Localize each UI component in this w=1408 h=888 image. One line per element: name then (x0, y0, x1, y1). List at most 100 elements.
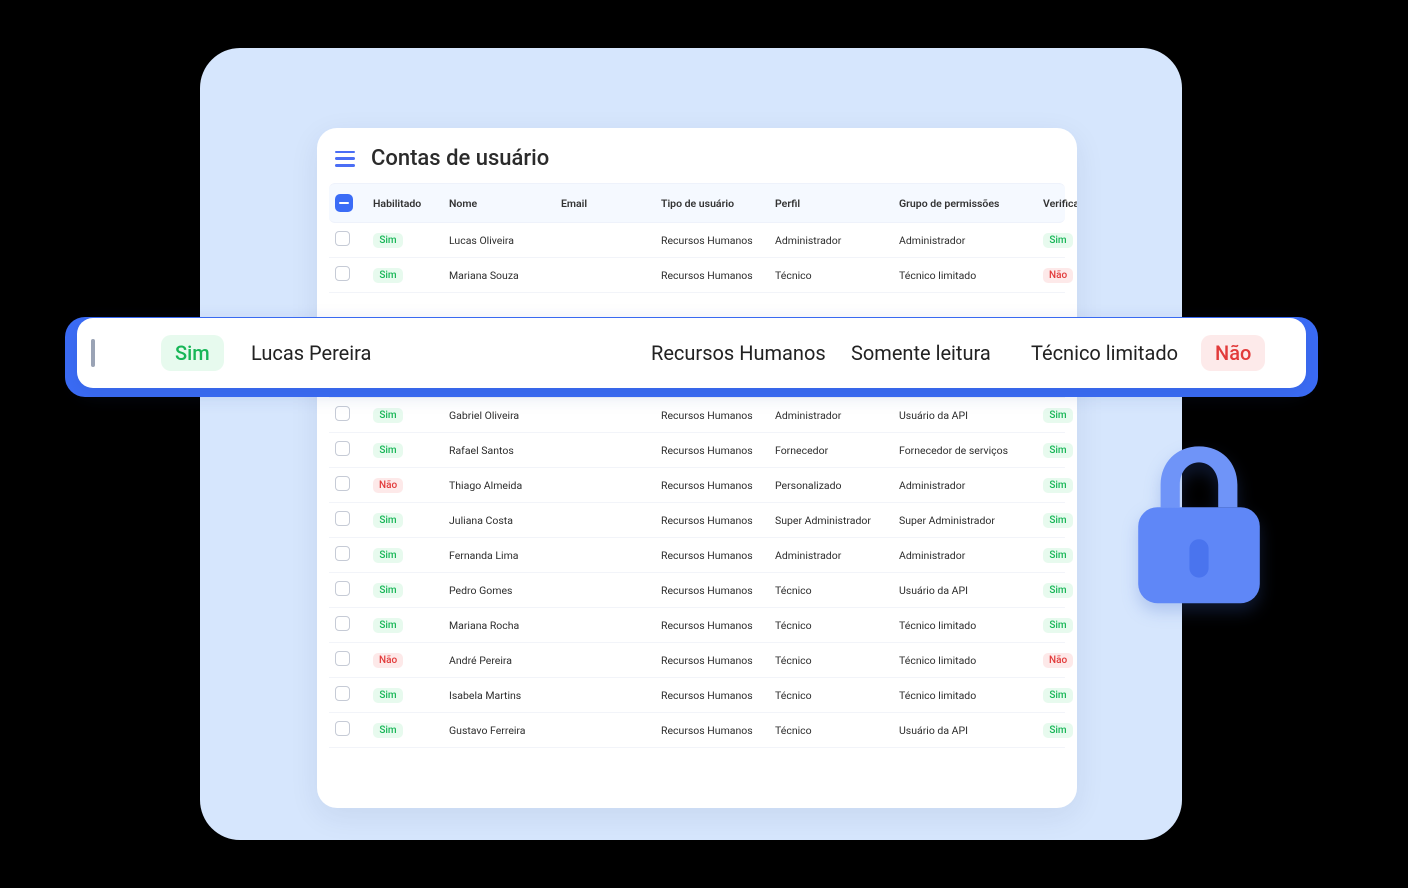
cell-perfil: Técnico (775, 619, 895, 632)
app-window: Contas de usuário Habilitado Nome Email … (317, 128, 1077, 808)
table-row[interactable]: Sim Pedro Gomes Recursos Humanos Técnico Usu… (329, 573, 1065, 608)
cell-tipo: Recursos Humanos (661, 444, 771, 457)
cell-perfil: Administrador (775, 234, 895, 247)
habilitado-badge: Sim (373, 233, 403, 248)
table-row[interactable]: NãoAndré PereiraRecursos HumanosTécnicoT… (329, 643, 1065, 678)
habilitado-badge: Sim (373, 513, 403, 528)
cell-nome: Lucas Pereira (251, 341, 441, 365)
row-checkbox[interactable] (335, 616, 350, 631)
cell-tipo: Recursos Humanos (661, 409, 771, 422)
row-checkbox[interactable] (335, 266, 350, 281)
row-checkbox[interactable] (335, 651, 350, 666)
cell-grupo: Técnico limitado (1031, 341, 1201, 365)
cell-grupo: Super Administrador (899, 514, 1039, 527)
row-checkbox[interactable] (91, 339, 95, 367)
app-header: Contas de usuário (317, 128, 1077, 183)
cell-nome: Fernanda Lima (449, 549, 557, 562)
cell-tipo: Recursos Humanos (661, 549, 771, 562)
col-nome[interactable]: Nome (449, 197, 557, 210)
cell-perfil: Personalizado (775, 479, 895, 492)
cell-tipo: Recursos Humanos (651, 341, 851, 365)
cell-nome: André Pereira (449, 654, 557, 667)
row-checkbox[interactable] (335, 441, 350, 456)
cell-grupo: Usuário da API (899, 409, 1039, 422)
highlight-row[interactable]: Sim Lucas Pereira Recursos Humanos Somen… (77, 318, 1306, 388)
cell-nome: Mariana Souza (449, 269, 557, 282)
table-row[interactable]: NãoThiago AlmeidaRecursos HumanosPersona… (329, 468, 1065, 503)
habilitado-badge: Sim (373, 583, 403, 598)
habilitado-badge: Sim (373, 618, 403, 633)
col-grupo[interactable]: Grupo de permissões (899, 197, 1039, 210)
col-email[interactable]: Email (561, 197, 657, 210)
row-checkbox[interactable] (335, 721, 350, 736)
verificado-badge: Sim (1043, 723, 1073, 738)
row-checkbox[interactable] (335, 231, 350, 246)
select-all-checkbox[interactable] (335, 194, 353, 212)
table-row[interactable]: Sim Gabriel Oliveira Recursos Humanos Admin… (329, 398, 1065, 433)
table-row[interactable]: SimJuliana CostaRecursos HumanosSuper Ad… (329, 503, 1065, 538)
cell-nome: Pedro Gomes (449, 584, 557, 597)
row-checkbox[interactable] (335, 406, 350, 421)
cell-grupo: Fornecedor de serviços (899, 444, 1039, 457)
cell-nome: Gustavo Ferreira (449, 724, 557, 737)
cell-grupo: Administrador (899, 234, 1039, 247)
cell-tipo: Recursos Humanos (661, 269, 771, 282)
verificado-badge: Sim (1043, 443, 1073, 458)
habilitado-badge: Sim (373, 408, 403, 423)
verificado-badge: Não (1201, 335, 1265, 371)
cell-tipo: Recursos Humanos (661, 584, 771, 597)
row-checkbox[interactable] (335, 581, 350, 596)
cell-nome: Rafael Santos (449, 444, 557, 457)
cell-tipo: Recursos Humanos (661, 654, 771, 667)
habilitado-badge: Sim (373, 548, 403, 563)
col-habilitado[interactable]: Habilitado (373, 197, 445, 210)
table-row[interactable]: SimGustavo FerreiraRecursos HumanosTécni… (329, 713, 1065, 748)
table-row[interactable]: Sim Isabela Martins Recursos Humanos Técnic… (329, 678, 1065, 713)
table-header-row: Habilitado Nome Email Tipo de usuário Pe… (329, 183, 1065, 223)
cell-perfil: Técnico (775, 584, 895, 597)
col-perfil[interactable]: Perfil (775, 197, 895, 210)
cell-perfil: Técnico (775, 689, 895, 702)
cell-nome: Thiago Almeida (449, 479, 557, 492)
cell-grupo: Usuário da API (899, 724, 1039, 737)
cell-nome: Isabela Martins (449, 689, 557, 702)
cell-tipo: Recursos Humanos (661, 724, 771, 737)
cell-nome: Gabriel Oliveira (449, 409, 557, 422)
col-verificado[interactable]: Verificado (1043, 197, 1077, 210)
verificado-badge: Sim (1043, 233, 1073, 248)
table-row[interactable]: SimLucas OliveiraRecursos HumanosAdminis… (329, 223, 1065, 258)
verificado-badge: Sim (1043, 408, 1073, 423)
habilitado-badge: Sim (373, 443, 403, 458)
users-table: Habilitado Nome Email Tipo de usuário Pe… (317, 183, 1077, 748)
lock-icon (1119, 438, 1279, 618)
cell-tipo: Recursos Humanos (661, 234, 771, 247)
menu-icon[interactable] (335, 151, 357, 167)
table-row[interactable]: Sim Rafael Santos Recursos Humanos Forneced… (329, 433, 1065, 468)
cell-grupo: Administrador (899, 549, 1039, 562)
table-row[interactable]: Sim Mariana Rocha Recursos Humanos Técnico T… (329, 608, 1065, 643)
cell-perfil: Administrador (775, 409, 895, 422)
cell-perfil: Técnico (775, 724, 895, 737)
cell-grupo: Técnico limitado (899, 689, 1039, 702)
col-tipo[interactable]: Tipo de usuário (661, 197, 771, 210)
row-checkbox[interactable] (335, 546, 350, 561)
cell-grupo: Técnico limitado (899, 619, 1039, 632)
habilitado-badge: Sim (161, 335, 224, 371)
table-row[interactable]: Sim Fernanda Lima Recursos Humanos Administ… (329, 538, 1065, 573)
row-checkbox[interactable] (335, 511, 350, 526)
cell-perfil: Administrador (775, 549, 895, 562)
habilitado-badge: Sim (373, 688, 403, 703)
cell-tipo: Recursos Humanos (661, 514, 771, 527)
cell-tipo: Recursos Humanos (661, 689, 771, 702)
cell-grupo: Usuário da API (899, 584, 1039, 597)
habilitado-badge: Não (373, 478, 403, 493)
verificado-badge: Sim (1043, 583, 1073, 598)
cell-nome: Mariana Rocha (449, 619, 557, 632)
row-checkbox[interactable] (335, 686, 350, 701)
cell-tipo: Recursos Humanos (661, 619, 771, 632)
cell-grupo: Técnico limitado (899, 269, 1039, 282)
cell-perfil: Super Administrador (775, 514, 895, 527)
row-checkbox[interactable] (335, 476, 350, 491)
table-row[interactable]: SimMariana SouzaRecursos HumanosTécnicoT… (329, 258, 1065, 293)
habilitado-badge: Não (373, 653, 403, 668)
